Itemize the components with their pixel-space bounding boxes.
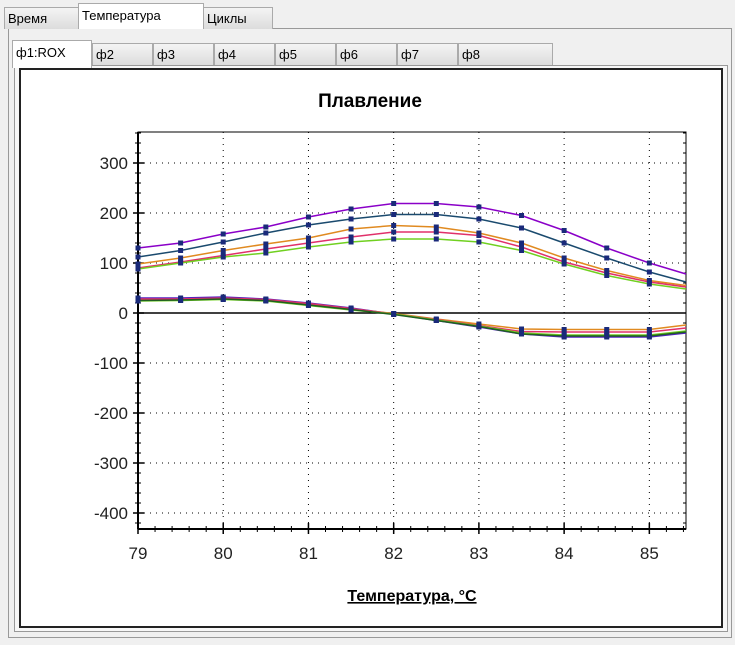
data-point	[263, 224, 269, 230]
data-point	[135, 254, 141, 260]
data-point	[646, 281, 652, 287]
data-point	[263, 241, 269, 247]
x-tick-label: 82	[384, 544, 403, 563]
data-point	[391, 201, 397, 206]
x-tick-label: 83	[469, 544, 488, 563]
data-point	[476, 239, 482, 245]
data-point	[391, 212, 397, 217]
data-point	[519, 248, 525, 253]
data-point	[391, 223, 397, 228]
data-point	[646, 333, 652, 339]
data-point	[348, 206, 354, 212]
x-tick-label: 80	[214, 544, 233, 563]
data-point	[391, 229, 397, 235]
data-point	[135, 266, 141, 272]
data-point	[519, 331, 525, 337]
data-point	[476, 216, 482, 222]
data-point	[604, 333, 610, 339]
data-point	[178, 297, 184, 303]
data-point	[561, 228, 567, 233]
data-point	[433, 212, 439, 217]
data-point	[135, 298, 141, 303]
y-tick-label: -200	[94, 404, 128, 423]
tab-channel-1[interactable]: ф1:ROX	[12, 40, 92, 68]
data-point	[519, 225, 525, 231]
data-point	[433, 229, 439, 235]
data-point	[348, 216, 354, 222]
data-point	[348, 239, 354, 245]
data-point	[263, 250, 269, 256]
data-point	[476, 204, 482, 210]
y-tick-label: -400	[94, 504, 128, 523]
data-point	[561, 261, 567, 267]
data-point	[391, 236, 397, 242]
data-point	[135, 245, 141, 251]
x-tick-label: 85	[640, 544, 659, 563]
y-tick-label: 100	[100, 254, 128, 273]
data-point	[305, 214, 311, 220]
data-point	[476, 233, 482, 238]
tab-temperature[interactable]: Температура	[78, 3, 204, 29]
data-point	[348, 226, 354, 232]
x-tick-label: 79	[129, 544, 148, 563]
y-tick-label: -300	[94, 454, 128, 473]
data-point	[220, 231, 226, 237]
data-point	[433, 318, 439, 323]
data-point	[263, 230, 269, 236]
data-point	[604, 255, 610, 261]
data-point	[646, 260, 652, 266]
data-point	[604, 245, 610, 251]
data-point	[220, 254, 226, 260]
melt-chart: 79 80 81 82 83 84 85 300 200 100 0 -100 -200 -300 -400…	[94, 91, 687, 605]
y-tick-label: 200	[100, 204, 128, 223]
data-point	[433, 201, 439, 206]
data-point	[433, 236, 439, 242]
data-point	[433, 224, 439, 230]
x-tick-label: 81	[299, 544, 318, 563]
data-point	[263, 298, 269, 303]
plot-area	[137, 131, 687, 530]
data-point	[305, 235, 311, 241]
data-point	[561, 240, 567, 246]
data-point	[348, 307, 354, 312]
data-point	[519, 213, 525, 218]
data-point	[348, 234, 354, 240]
data-point	[391, 312, 397, 317]
data-point	[220, 296, 226, 302]
data-point	[220, 239, 226, 245]
data-point	[178, 248, 184, 253]
data-point	[305, 302, 311, 308]
data-point	[220, 248, 226, 253]
data-point	[561, 333, 567, 339]
y-tick-label: -100	[94, 354, 128, 373]
data-point	[604, 273, 610, 278]
y-tick-label: 0	[119, 304, 128, 323]
data-point	[476, 324, 482, 329]
data-point	[305, 222, 311, 228]
data-point	[305, 244, 311, 250]
chart-title: Плавление	[318, 91, 422, 112]
data-point	[178, 260, 184, 266]
x-tick-label: 84	[555, 544, 574, 563]
x-axis-label: Температура, °C	[347, 588, 477, 605]
data-point	[178, 240, 184, 246]
y-tick-label: 300	[100, 154, 128, 173]
data-point	[646, 269, 652, 275]
